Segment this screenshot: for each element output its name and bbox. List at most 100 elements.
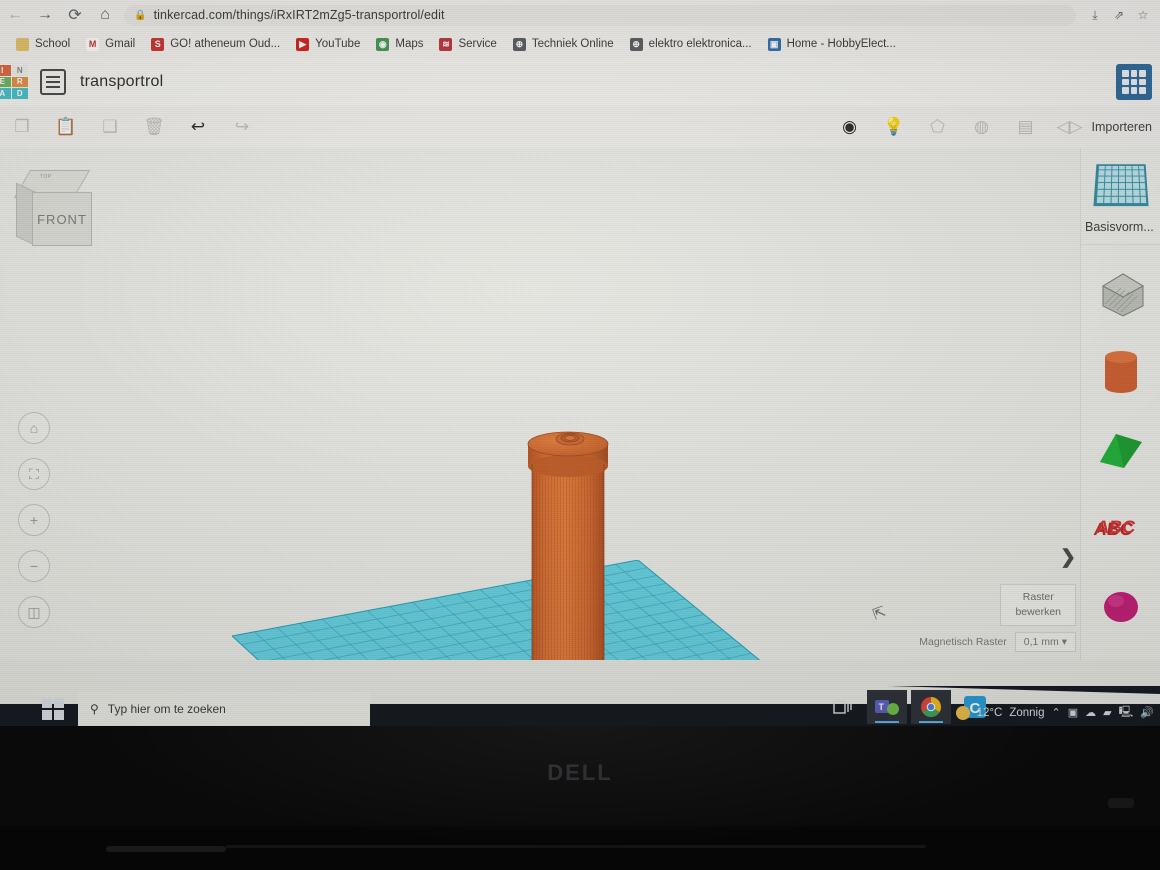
solid-hole-button[interactable]: ◉ — [828, 106, 872, 148]
shape-text[interactable]: ABC ABC — [1081, 489, 1160, 567]
bookmark-favicon-0 — [16, 37, 29, 51]
duplicate-button[interactable]: ❑ — [88, 106, 132, 148]
dell-logo: DELL — [547, 760, 613, 785]
edit-grid-button[interactable]: Raster bewerken — [1000, 583, 1076, 626]
page-title: transportrol — [80, 73, 164, 90]
group-button[interactable]: ⬠ — [916, 106, 960, 148]
browser-chrome: ← → ⟳ ⌂ 🔒 tinkercad.com/things/iRxIRT2mZ… — [0, 0, 1160, 59]
logo-tile-3: R — [11, 76, 28, 88]
edit-grid-label-1: Raster — [1022, 590, 1054, 603]
bookmark-favicon-1: M — [86, 37, 100, 51]
microsoft-teams-button[interactable]: T — [867, 690, 907, 724]
ungroup-button[interactable]: ◍ — [960, 106, 1004, 148]
shape-cylinder[interactable] — [1081, 333, 1160, 411]
logo-tile-2: E — [0, 76, 11, 88]
tinkercad-logo[interactable]: INERAD — [0, 65, 28, 99]
search-placeholder: Typ hier om te zoeken — [107, 702, 226, 716]
perspective-toggle-button[interactable]: ◫ — [18, 596, 50, 628]
edit-grid-label-2: bewerken — [1015, 605, 1061, 618]
cylinder-model[interactable] — [518, 426, 618, 660]
light-bulb-button[interactable]: 💡 — [872, 106, 916, 148]
laptop-screen: ← → ⟳ ⌂ 🔒 tinkercad.com/things/iRxIRT2mZ… — [0, 0, 1160, 726]
bookmark-item-7[interactable]: ⊕ elektro elektronica... — [622, 36, 760, 53]
bookmark-label-5: Service — [458, 38, 497, 50]
canvas-nav-buttons: ⌂ ⛶ + − ◫ — [18, 412, 50, 628]
onedrive-tray-icon[interactable]: ☁ — [1085, 706, 1096, 719]
import-button[interactable]: Importeren — [1092, 120, 1160, 134]
tray-expand-caret-icon[interactable]: ⌃ — [1052, 706, 1061, 719]
editor-toolbar: ❐ 📋 ❑ 🗑 ↩ ↪ ◉ 💡 ⬠ ◍ ▤ ◁▷ Importeren — [0, 106, 1160, 149]
bookmark-label-2: GO! atheneum Oud... — [170, 38, 281, 50]
delete-button[interactable]: 🗑 — [132, 106, 176, 148]
start-button[interactable] — [42, 698, 64, 720]
paste-button[interactable]: 📋 — [44, 106, 88, 148]
bookmark-label-1: Gmail — [105, 38, 136, 50]
address-bar[interactable]: 🔒 tinkercad.com/things/iRxIRT2mZg5-trans… — [124, 4, 1076, 26]
3d-canvas[interactable]: TOP FRONT ⌂ ⛶ + − ◫ ⇱ ❯ Raster bewerken … — [0, 148, 1080, 660]
weather-temperature[interactable]: 12°C — [977, 707, 1003, 719]
download-icon[interactable]: ⤓ — [1084, 4, 1106, 26]
shape-sphere[interactable] — [1081, 567, 1160, 645]
snap-grid-label: Magnetisch Raster — [919, 636, 1007, 648]
view-cube-top-label: TOP — [40, 174, 52, 180]
bookmark-favicon-5: ≋ — [439, 37, 453, 51]
mirror-button[interactable]: ◁▷ — [1048, 106, 1092, 148]
lock-icon: 🔒 — [134, 9, 147, 21]
mouse-cursor: ⇱ — [870, 603, 889, 624]
bookmark-favicon-8: ▣ — [767, 37, 781, 51]
bookmark-item-3[interactable]: ▶ YouTube — [288, 36, 368, 53]
weather-sun-icon — [955, 705, 970, 720]
bookmark-item-6[interactable]: ⊕ Techniek Online — [505, 36, 622, 53]
back-icon[interactable]: ← — [0, 0, 30, 30]
fit-to-view-button[interactable]: ⛶ — [18, 458, 50, 490]
hinge-detail — [1108, 798, 1134, 808]
bookmark-label-3: YouTube — [315, 38, 361, 50]
volume-tray-icon[interactable]: 🔊 — [1140, 706, 1154, 719]
screenshot-tray-icon[interactable]: ▣ — [1068, 706, 1078, 719]
view-cube-front-face[interactable]: FRONT — [32, 192, 92, 246]
bookmark-item-8[interactable]: ▣ Home - HobbyElect... — [760, 36, 904, 53]
bookmark-favicon-2: S — [151, 37, 165, 51]
svg-text:T: T — [879, 702, 885, 712]
laptop-deck — [0, 826, 1160, 870]
document-list-icon[interactable] — [40, 69, 66, 95]
bookmark-item-2[interactable]: S GO! atheneum Oud... — [143, 36, 288, 53]
shape-box[interactable] — [1081, 255, 1160, 333]
forward-icon[interactable]: → — [30, 0, 60, 30]
snap-grid-row: Magnetisch Raster 0,1 mm ▾ — [919, 632, 1076, 652]
share-icon[interactable]: ⇗ — [1108, 4, 1130, 26]
basisvormen-dropdown[interactable]: Basisvorm... — [1085, 220, 1160, 234]
snap-grid-select[interactable]: 0,1 mm ▾ — [1014, 632, 1076, 652]
teams-active-indicator — [875, 721, 899, 723]
zoom-in-button[interactable]: + — [18, 504, 50, 536]
task-view-button[interactable] — [823, 690, 863, 724]
weather-condition[interactable]: Zonnig — [1009, 707, 1044, 719]
search-input[interactable]: ⚲ Typ hier om te zoeken — [78, 692, 370, 726]
laptop-photo: ← → ⟳ ⌂ 🔒 tinkercad.com/things/iRxIRT2mZ… — [0, 0, 1160, 870]
home-view-button[interactable]: ⌂ — [18, 412, 50, 444]
shape-roof[interactable] — [1081, 411, 1160, 489]
reload-icon[interactable]: ⟳ — [60, 0, 90, 30]
bookmark-star-icon[interactable]: ☆ — [1132, 4, 1154, 26]
bookmark-item-1[interactable]: M Gmail — [78, 36, 143, 53]
bookmark-item-4[interactable]: ◉ Maps — [368, 36, 431, 53]
display-tray-icon[interactable]: 🖳 — [1119, 703, 1134, 722]
bookmark-label-8: Home - HobbyElect... — [786, 38, 896, 50]
browser-toolbar: ← → ⟳ ⌂ 🔒 tinkercad.com/things/iRxIRT2mZ… — [0, 0, 1160, 30]
google-chrome-button[interactable] — [911, 690, 951, 724]
bookmark-item-0[interactable]: School — [8, 36, 78, 53]
bookmark-label-0: School — [35, 38, 71, 50]
workplane-thumbnail[interactable] — [1093, 164, 1149, 207]
home-icon[interactable]: ⌂ — [90, 0, 120, 30]
bookmark-item-5[interactable]: ≋ Service — [431, 36, 504, 53]
align-button[interactable]: ▤ — [1004, 106, 1048, 148]
view-cube[interactable]: TOP FRONT — [13, 170, 92, 248]
apps-grid-button[interactable] — [1116, 64, 1152, 100]
system-tray: 12°C Zonnig ⌃ ▣ ☁ ▰ 🖳 🔊 — [955, 703, 1154, 722]
folder-tray-icon[interactable]: ▰ — [1103, 706, 1111, 719]
undo-button[interactable]: ↩ — [176, 106, 220, 148]
zoom-out-button[interactable]: − — [18, 550, 50, 582]
copy-button[interactable]: ❐ — [0, 106, 44, 148]
redo-button[interactable]: ↪ — [220, 106, 264, 148]
panel-collapse-chevron-icon[interactable]: ❯ — [1060, 546, 1076, 569]
